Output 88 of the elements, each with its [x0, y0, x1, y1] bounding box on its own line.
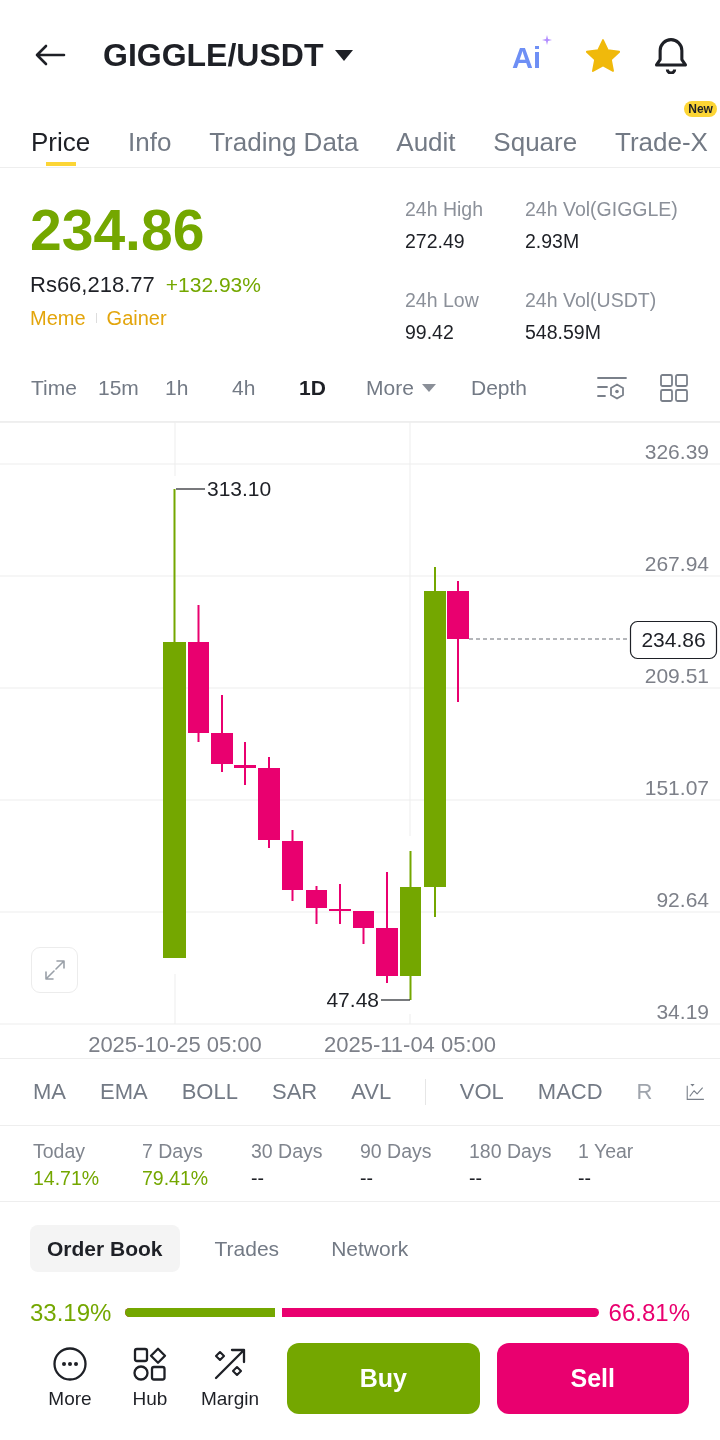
period-label: 7 Days: [142, 1139, 204, 1163]
period-label: 1 Year: [578, 1139, 635, 1163]
last-price: 234.86: [30, 197, 206, 263]
tag[interactable]: Meme: [30, 306, 86, 330]
stat-label: 24h Low: [405, 288, 480, 312]
period-change: 14.71%: [33, 1166, 101, 1190]
caret-icon: [335, 49, 354, 61]
sparkle-icon: [542, 35, 552, 45]
interval-tab[interactable]: Time: [31, 375, 98, 401]
more-icon: [53, 1347, 87, 1381]
buy-button[interactable]: Buy: [287, 1343, 480, 1414]
stat-label: 24h Vol(GIGGLE): [525, 197, 678, 221]
bell-icon[interactable]: [654, 36, 688, 74]
indicator-tab[interactable]: AVL: [351, 1079, 392, 1105]
chart-settings-icon[interactable]: [597, 375, 627, 401]
grid-icon[interactable]: [660, 374, 688, 402]
tab[interactable]: Audit: [396, 117, 456, 167]
caret-icon: [421, 384, 436, 392]
price-change: +132.93%: [165, 272, 261, 298]
fiat-price: Rs66,218.77: [30, 271, 155, 299]
indicator-tab[interactable]: MACD: [537, 1079, 603, 1105]
stat-label: 24h Vol(USDT): [525, 288, 658, 312]
leader-line: [175, 488, 206, 490]
price-axis-label: 267.94: [644, 552, 709, 575]
back-icon[interactable]: [34, 43, 66, 67]
ai-button[interactable]: Ai: [512, 35, 552, 75]
sell-ratio: 66.81%: [608, 1297, 690, 1328]
tab[interactable]: Trading Data: [209, 117, 359, 167]
price-axis-label: 151.07: [644, 776, 709, 799]
high-price-label: 313.10: [207, 477, 272, 500]
candle: [329, 883, 351, 925]
leader-line: [380, 999, 411, 1001]
interval-tab[interactable]: Depth: [471, 375, 538, 401]
low-price-label: 47.48: [326, 988, 379, 1011]
interval-tab[interactable]: More: [366, 375, 471, 401]
book-tab[interactable]: Order Book: [30, 1225, 180, 1272]
new-badge: New: [684, 101, 717, 117]
tab[interactable]: Square: [493, 117, 578, 167]
hub-button[interactable]: Hub: [110, 1343, 190, 1414]
stat-value: 548.59M: [525, 320, 602, 344]
stat-label: 24h High: [405, 197, 485, 221]
star-icon[interactable]: [586, 38, 620, 72]
period-label: 180 Days: [469, 1139, 553, 1163]
tab[interactable]: Price: [31, 117, 91, 167]
interval-tab[interactable]: 1D: [299, 375, 366, 401]
indicator-tab[interactable]: EMA: [100, 1079, 148, 1105]
pair-selector[interactable]: GIGGLE/USDT: [103, 36, 354, 74]
price-axis-label: 326.39: [644, 440, 709, 463]
period-label: 90 Days: [360, 1139, 433, 1163]
indicator-tab[interactable]: MA: [33, 1079, 66, 1105]
indicator-tab[interactable]: SAR: [271, 1079, 318, 1105]
period-change: --: [578, 1166, 592, 1190]
period-label: Today: [33, 1139, 87, 1163]
period-label: 30 Days: [251, 1139, 324, 1163]
indicator-tab[interactable]: R: [636, 1079, 653, 1105]
last-price-label: 234.86: [629, 620, 718, 660]
period-change: --: [469, 1166, 483, 1190]
tab[interactable]: Trade-X: [615, 117, 708, 167]
expand-button[interactable]: [31, 947, 78, 993]
price-axis-label: 209.51: [644, 664, 709, 687]
buy-ratio: 33.19%: [30, 1297, 112, 1328]
margin-button[interactable]: Margin: [190, 1343, 270, 1414]
candle: [353, 910, 374, 945]
period-change: 79.41%: [142, 1166, 210, 1190]
expand-icon: [42, 958, 67, 982]
hub-icon: [133, 1347, 167, 1381]
indicator-tab[interactable]: VOL: [459, 1079, 504, 1105]
book-tab[interactable]: Trades: [197, 1225, 297, 1272]
sell-button[interactable]: Sell: [496, 1343, 689, 1414]
period-change: --: [360, 1166, 374, 1190]
time-axis-label: 2025-10-25 05:00: [88, 1032, 262, 1057]
stat-value: 99.42: [405, 320, 455, 344]
stat-value: 2.93M: [525, 229, 581, 253]
more-button[interactable]: More: [30, 1343, 110, 1414]
interval-tab[interactable]: 15m: [98, 375, 165, 401]
interval-tab[interactable]: 1h: [165, 375, 232, 401]
price-axis-label: 34.19: [656, 1000, 709, 1023]
candle: [306, 885, 327, 925]
stat-value: 272.49: [405, 229, 466, 253]
tab[interactable]: Info: [128, 117, 172, 167]
tag[interactable]: Gainer: [106, 306, 167, 330]
time-axis-label: 2025-11-04 05:00: [323, 1032, 497, 1057]
interval-tab[interactable]: 4h: [232, 375, 299, 401]
indicator-tab[interactable]: BOLL: [181, 1079, 238, 1105]
period-change: --: [251, 1166, 265, 1190]
book-tab[interactable]: Network: [314, 1225, 426, 1272]
price-axis-label: 92.64: [656, 888, 709, 911]
margin-icon: [213, 1347, 247, 1381]
